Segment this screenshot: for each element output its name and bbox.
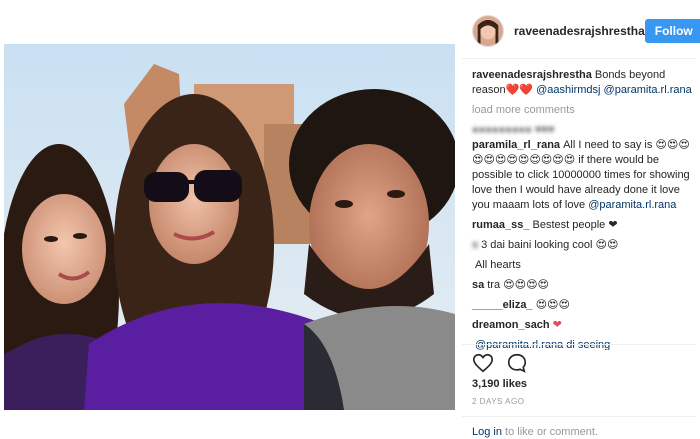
list-item: All hearts: [472, 258, 696, 273]
post-header: raveenadesrajshrestha Follow: [462, 12, 700, 50]
comment-text: tra 😍😍😍😍: [487, 279, 550, 291]
load-more-comments[interactable]: load more comments: [472, 103, 696, 118]
header-divider: [462, 58, 696, 59]
login-text: to like or comment.: [501, 426, 598, 438]
list-item: rumaa_ss_ Bestest people ❤: [472, 218, 696, 233]
comment-icon[interactable]: [506, 352, 528, 374]
login-link[interactable]: Log in: [472, 426, 502, 438]
comment-text: 😍😍😍: [535, 299, 570, 311]
comment-text: ❤: [552, 319, 562, 331]
comment-username[interactable]: rumaa_ss_: [472, 219, 530, 231]
like-count[interactable]: 3,190 likes: [472, 378, 527, 390]
photo-image: [4, 44, 455, 410]
post-timestamp[interactable]: 2 DAYS AGO: [472, 397, 524, 406]
comment-username[interactable]: s: [472, 239, 478, 251]
login-prompt: Log in to like or comment.: [472, 426, 598, 438]
caption-mention-1[interactable]: @aashirmdsj: [536, 84, 600, 96]
heart-icon[interactable]: [472, 352, 494, 374]
comment-blurred-top: ●●●●●●●●● ♥♥♥: [472, 124, 555, 133]
post-photo[interactable]: [4, 44, 455, 410]
header-username[interactable]: raveenadesrajshrestha: [514, 24, 645, 38]
list-item: paramila_rl_rana All I need to say is 😍😍😍…: [472, 138, 696, 213]
comment-mention[interactable]: @paramita.rl.rana: [588, 199, 676, 211]
caption: raveenadesrajshrestha Bonds beyond reason…: [472, 68, 696, 98]
comment-text: All hearts: [475, 259, 521, 271]
avatar[interactable]: [472, 15, 504, 47]
caption-mention-2[interactable]: @paramita.rl.rana: [604, 84, 692, 96]
caption-hearts: ❤️❤️: [505, 84, 534, 96]
list-item: sa tra 😍😍😍😍: [472, 278, 696, 293]
comment-username[interactable]: dreamon_sach: [472, 319, 550, 331]
comment-text: Bestest people ❤: [532, 219, 618, 231]
avatar-image: [473, 16, 503, 46]
login-divider: [462, 416, 696, 417]
comment-list: raveenadesrajshrestha Bonds beyond reason…: [472, 68, 696, 355]
action-bar: [472, 352, 528, 374]
comment-username[interactable]: sa: [472, 279, 484, 291]
list-item: _____eliza_ 😍😍😍: [472, 298, 696, 313]
post-sidebar: raveenadesrajshrestha Follow raveenadesr…: [462, 0, 700, 439]
caption-username[interactable]: raveenadesrajshrestha: [472, 69, 592, 81]
list-item: dreamon_sach ❤: [472, 318, 696, 333]
comment-text: 3 dai baini looking cool 😍😍: [481, 239, 619, 251]
comment-username[interactable]: paramila_rl_rana: [472, 139, 560, 151]
comment-username[interactable]: _____eliza_: [472, 299, 533, 311]
follow-button[interactable]: Follow: [644, 19, 700, 43]
list-item: s3 dai baini looking cool 😍😍: [472, 238, 696, 253]
actions-divider: [462, 344, 696, 345]
